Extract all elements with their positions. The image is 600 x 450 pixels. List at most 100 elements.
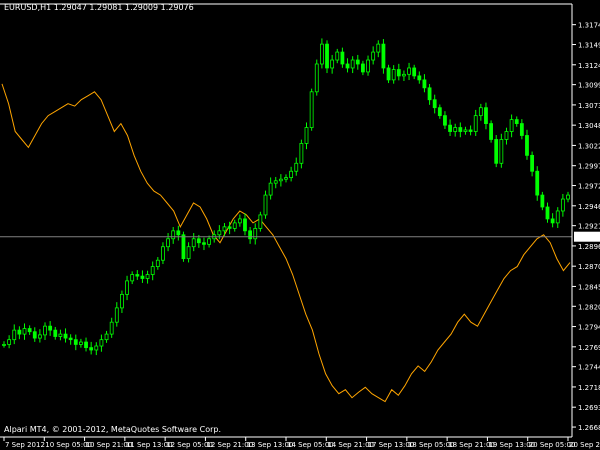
candle-body — [335, 51, 340, 61]
candle-body — [427, 87, 432, 101]
y-tick-label: 1.26930 — [578, 404, 600, 412]
candle-body — [68, 337, 73, 341]
candle-body — [484, 107, 488, 124]
candle-body — [314, 63, 319, 93]
candle-body — [437, 107, 442, 117]
y-tick-label: 1.29465 — [578, 203, 600, 211]
y-tick-label: 1.31240 — [578, 62, 600, 70]
candle-body — [186, 246, 191, 260]
candle-body — [248, 230, 253, 240]
candle-body — [232, 222, 237, 229]
candle-body — [63, 333, 68, 339]
candle-body — [263, 194, 268, 216]
candle-body — [207, 238, 211, 245]
candle-body — [432, 99, 437, 109]
candle-body — [222, 226, 227, 232]
candle-body — [566, 194, 570, 200]
y-tick-label: 1.29970 — [578, 163, 600, 171]
candle-body — [43, 325, 47, 336]
candle-body — [417, 75, 422, 81]
candle-body — [140, 275, 145, 279]
candle-body — [2, 344, 6, 346]
candle-body — [94, 345, 99, 351]
candle-body — [412, 67, 417, 77]
candle-body — [37, 334, 42, 339]
candle-body — [130, 274, 135, 282]
candle-body — [243, 218, 247, 232]
candle-body — [284, 177, 288, 180]
candle-body — [145, 274, 150, 279]
price-box: 1.29076 — [574, 231, 600, 242]
candle-body — [258, 214, 263, 229]
candle-body — [361, 63, 365, 73]
candle-body — [350, 59, 355, 69]
candle-body — [53, 329, 58, 337]
candle-body — [237, 218, 242, 224]
candle-body — [161, 246, 165, 261]
candle-body — [99, 339, 104, 347]
candle-body — [268, 182, 273, 196]
candle-body — [545, 206, 550, 220]
candle-body — [540, 194, 545, 208]
y-tick-label: 1.28705 — [578, 263, 600, 271]
candle-body — [289, 170, 294, 179]
candle-body — [273, 180, 278, 184]
candle-body — [58, 333, 63, 337]
candle-body — [253, 228, 258, 240]
y-tick-label: 1.31495 — [578, 42, 600, 50]
candle-body — [135, 274, 140, 277]
candle-body — [407, 67, 411, 75]
candle-body — [504, 131, 509, 140]
candle-body — [514, 119, 519, 124]
candle-body — [120, 293, 124, 309]
x-tick-label: 7 Sep 2012 — [5, 441, 45, 449]
candle-body — [391, 69, 396, 81]
candle-body — [191, 238, 196, 248]
price-box-label: 1.29076 — [575, 233, 600, 241]
candle-body — [489, 123, 493, 140]
candle-body — [319, 43, 324, 65]
candle-body — [555, 210, 560, 224]
candle-body — [509, 119, 514, 132]
candle-body — [150, 266, 155, 275]
candle-body — [340, 51, 345, 65]
chart-footer: Alpari MT4, © 2001-2012, MetaQuotes Soft… — [4, 425, 221, 434]
candle-body — [463, 129, 468, 132]
candle-body — [114, 307, 119, 323]
candle-body — [468, 129, 473, 132]
chart-header: EURUSD,H1 1.29047 1.29081 1.29009 1.2907… — [4, 3, 194, 12]
y-tick-label: 1.30735 — [578, 102, 600, 110]
price-chart[interactable]: 1.31745 1.31495 1.31240 1.30990 1.30735 1.304… — [0, 0, 600, 450]
candle-body — [453, 127, 458, 132]
y-tick-label: 1.29215 — [578, 223, 600, 231]
candle-body — [386, 67, 391, 81]
y-tick-label: 1.27690 — [578, 344, 600, 352]
y-tick-label: 1.27945 — [578, 324, 600, 332]
candle-body — [478, 107, 483, 117]
y-tick-label: 1.28200 — [578, 303, 600, 311]
candle-body — [525, 135, 529, 156]
candle-body — [48, 325, 53, 331]
y-tick-label: 1.28960 — [578, 243, 600, 251]
candle-body — [355, 59, 360, 65]
candle-body — [499, 139, 504, 164]
candle-body — [294, 162, 299, 172]
candle-body — [27, 328, 32, 333]
candle-body — [473, 115, 478, 132]
candle-body — [402, 73, 406, 77]
candle-body — [109, 321, 114, 335]
candle-body — [550, 218, 555, 224]
candle-body — [227, 226, 232, 229]
candle-body — [535, 170, 540, 196]
y-tick-label: 1.30225 — [578, 142, 600, 150]
candle-body — [171, 230, 176, 240]
candle-body — [443, 115, 447, 126]
candle-body — [73, 339, 78, 345]
candle-body — [176, 230, 181, 236]
candle-body — [560, 198, 565, 212]
candle-body — [155, 259, 160, 267]
candle-body — [84, 341, 88, 349]
candle-body — [381, 43, 386, 69]
chart-background — [0, 0, 600, 450]
y-tick-label: 1.29720 — [578, 183, 600, 191]
